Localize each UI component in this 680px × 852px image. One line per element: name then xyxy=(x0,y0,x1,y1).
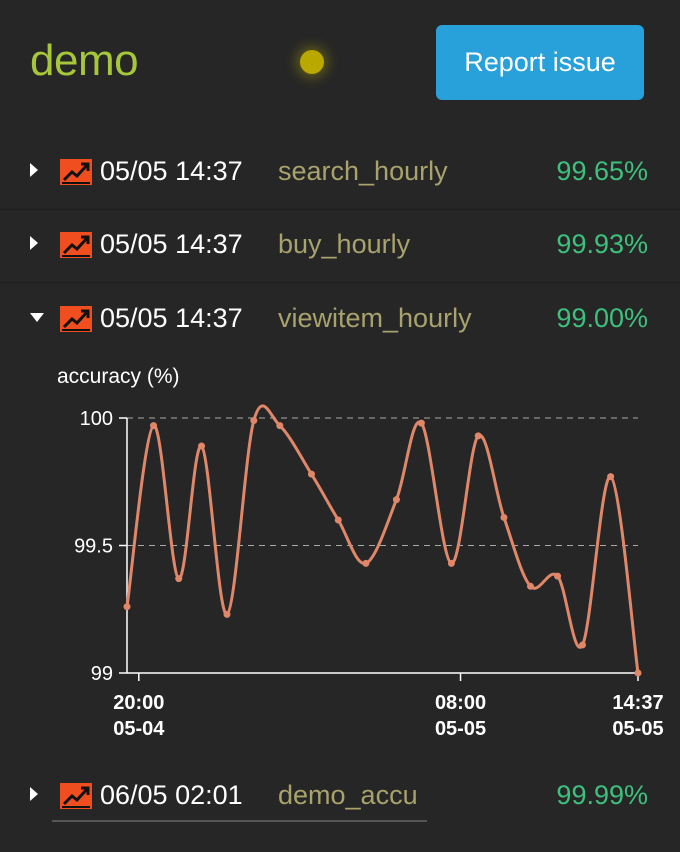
data-point xyxy=(362,559,370,567)
data-point xyxy=(500,513,508,521)
x-tick-label: 08:00 xyxy=(435,692,486,714)
row-timestamp: 05/05 14:37 xyxy=(100,229,243,259)
data-point xyxy=(334,516,342,524)
metric-row-search-hourly[interactable]: 05/05 14:37 search_hourly 99.65% xyxy=(0,137,680,210)
x-tick-label: 05-04 xyxy=(113,718,165,740)
y-tick-label: 100 xyxy=(80,408,113,430)
row-percentage: 99.65% xyxy=(556,156,648,186)
metric-row-viewitem-hourly[interactable]: 05/05 14:37 viewitem_hourly 99.00% xyxy=(0,284,680,356)
row-percentage: 99.00% xyxy=(556,303,648,333)
x-tick-label: 14:37 xyxy=(612,692,663,714)
chart-plot: 100 99.5 9920:00 05-04 08:00 05-05 14:37 05-05 xyxy=(74,404,664,740)
collapse-caret-icon[interactable] xyxy=(30,313,44,322)
row-percentage: 99.99% xyxy=(556,780,648,810)
app-header: demo Report issue xyxy=(0,0,680,130)
data-point xyxy=(526,582,534,590)
x-tick-label: 20:00 xyxy=(113,692,164,714)
data-point xyxy=(276,422,284,430)
metric-row-demo-accu[interactable]: 06/05 02:01 demo_accu 99.99% xyxy=(0,761,680,833)
trend-chart-icon xyxy=(60,306,92,332)
data-point xyxy=(417,419,425,427)
data-point xyxy=(198,442,206,450)
chart-y-axis-label: accuracy (%) xyxy=(57,365,180,388)
trend-chart-icon xyxy=(60,232,92,258)
row-metric-name: demo_accu xyxy=(278,780,418,810)
expand-caret-icon[interactable] xyxy=(30,787,38,801)
report-issue-button[interactable]: Report issue xyxy=(436,25,644,100)
row-timestamp: 05/05 14:37 xyxy=(100,156,243,186)
data-point xyxy=(175,575,183,583)
row-metric-name: search_hourly xyxy=(278,156,448,186)
x-tick-label: 05-05 xyxy=(612,718,663,740)
data-point xyxy=(250,417,258,425)
data-point xyxy=(150,422,158,430)
data-point xyxy=(579,641,587,649)
data-point xyxy=(392,496,400,504)
data-point xyxy=(607,473,615,481)
x-tick-label: 05-05 xyxy=(435,718,486,740)
row-metric-name: buy_hourly xyxy=(278,229,411,259)
metric-row-buy-hourly[interactable]: 05/05 14:37 buy_hourly 99.93% xyxy=(0,210,680,283)
row-percentage: 99.93% xyxy=(556,229,648,259)
row-focus-underline xyxy=(52,820,427,822)
row-timestamp: 06/05 02:01 xyxy=(100,780,243,810)
data-point xyxy=(474,432,482,440)
data-point xyxy=(634,669,642,677)
y-tick-label: 99.5 xyxy=(74,536,113,558)
accuracy-chart: accuracy (%) 100 99.5 99 20:00 05-04 08:00 05-… xyxy=(0,355,680,755)
expand-caret-icon[interactable] xyxy=(30,163,38,177)
row-metric-name: viewitem_hourly xyxy=(278,303,472,333)
trend-chart-icon xyxy=(60,783,92,809)
data-point xyxy=(123,603,131,611)
y-tick-label: 99 xyxy=(91,663,113,685)
row-timestamp: 05/05 14:37 xyxy=(100,303,243,333)
status-indicator xyxy=(300,50,324,74)
data-point xyxy=(554,572,562,580)
data-point xyxy=(307,470,315,478)
trend-chart-icon xyxy=(60,159,92,185)
data-point xyxy=(223,610,231,618)
expand-caret-icon[interactable] xyxy=(30,236,38,250)
data-point xyxy=(447,559,455,567)
app-title: demo xyxy=(30,36,139,85)
